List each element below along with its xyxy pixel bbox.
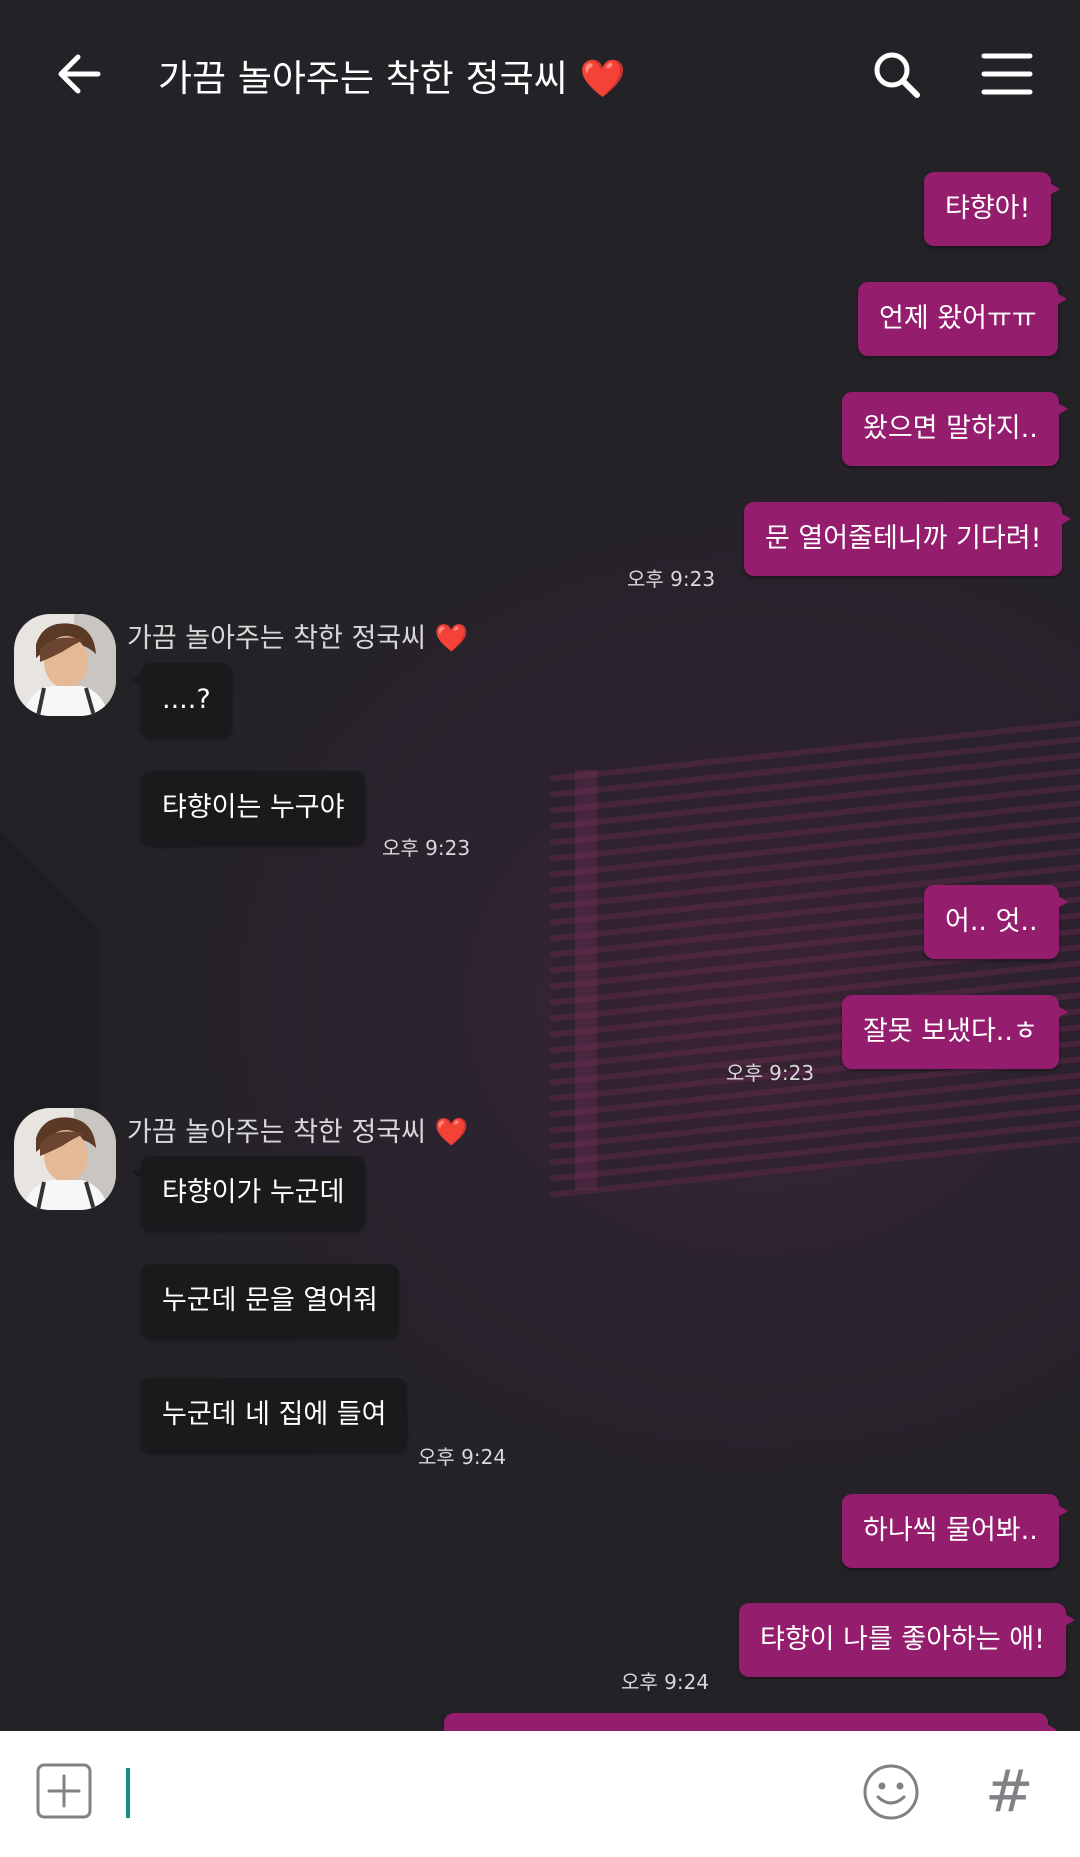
smiley-icon xyxy=(863,1764,919,1820)
their-message-bubble[interactable]: 누군데 문을 열어줘 xyxy=(141,1264,399,1338)
avatar-photo xyxy=(14,1108,116,1210)
menu-button[interactable] xyxy=(980,48,1036,104)
message-timestamp: 오후 9:24 xyxy=(418,1445,507,1469)
my-message-bubble[interactable]: 왔으면 말하지.. xyxy=(842,392,1068,466)
back-button[interactable] xyxy=(50,45,110,105)
their-message-bubble[interactable]: 탸향이는 누구야 xyxy=(141,771,366,845)
message-timestamp: 오후 9:23 xyxy=(382,836,471,860)
my-message-bubble[interactable]: 잘못 보냈다..ㅎ xyxy=(842,995,1068,1069)
my-message-bubble[interactable]: 하나씩 물어봐.. xyxy=(842,1494,1068,1568)
my-message-bubble[interactable]: 어.. 엇.. xyxy=(924,885,1068,959)
search-button[interactable] xyxy=(870,48,926,104)
message-input-bar: # xyxy=(0,1731,1080,1857)
arrow-left-icon xyxy=(58,54,101,94)
message-timestamp: 오후 9:23 xyxy=(627,567,716,591)
sender-name: 가끔 놀아주는 착한 정국씨 ❤️ xyxy=(127,623,469,654)
message-input-cursor[interactable] xyxy=(126,1768,130,1818)
chat-background xyxy=(0,0,1080,1857)
message-timestamp: 오후 9:23 xyxy=(726,1061,815,1085)
sender-name: 가끔 놀아주는 착한 정국씨 ❤️ xyxy=(127,1117,469,1148)
my-message-bubble[interactable]: 언제 왔어ㅠㅠ xyxy=(858,282,1067,356)
my-message-bubble[interactable]: 문 열어줄테니까 기다려! xyxy=(744,502,1072,576)
attach-button[interactable] xyxy=(36,1763,92,1819)
their-message-bubble[interactable]: 누군데 네 집에 들여 xyxy=(141,1378,408,1452)
my-message-bubble[interactable]: 탸향아! xyxy=(924,172,1061,246)
hamburger-menu-icon xyxy=(981,53,1033,95)
plus-square-icon xyxy=(36,1763,92,1819)
their-message-bubble[interactable]: 탸향이가 누군데 xyxy=(131,1156,366,1230)
their-message-bubble[interactable]: ....? xyxy=(132,663,232,737)
hashtag-button[interactable]: # xyxy=(985,1759,1034,1823)
chat-header: 가끔 놀아주는 착한 정국씨 ❤️ xyxy=(0,0,1080,150)
contact-avatar[interactable] xyxy=(14,1108,116,1210)
search-icon xyxy=(874,52,920,98)
background-window-frame xyxy=(575,770,597,1190)
chat-title: 가끔 놀아주는 착한 정국씨 ❤️ xyxy=(158,57,626,100)
message-timestamp: 오후 9:24 xyxy=(621,1670,710,1694)
avatar-photo xyxy=(14,614,116,716)
emoji-button[interactable] xyxy=(862,1763,920,1821)
my-message-bubble[interactable]: 탸향이 나를 좋아하는 애! xyxy=(739,1603,1075,1677)
contact-avatar[interactable] xyxy=(14,614,116,716)
